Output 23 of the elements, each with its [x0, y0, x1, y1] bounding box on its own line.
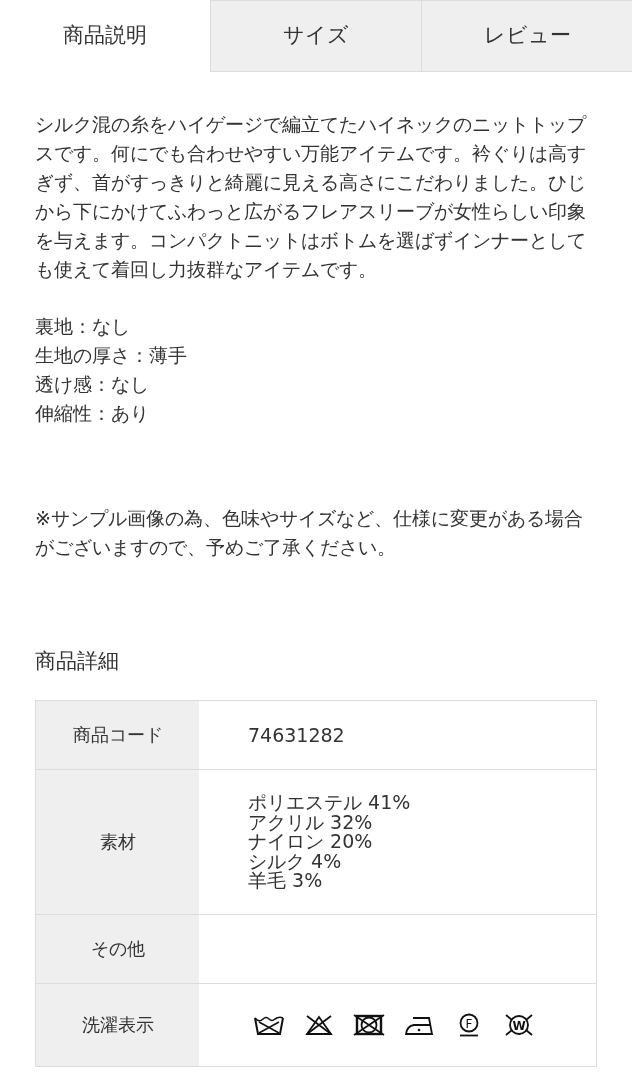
crossed-triangle-icon	[303, 1014, 335, 1036]
crossed-dryer-icon	[353, 1014, 385, 1036]
material-line: アクリル 32%	[248, 812, 374, 833]
material-line: ナイロン 20%	[248, 832, 374, 852]
row-label: 商品コード	[72, 725, 163, 745]
attribute-text: 伸縮性：あり	[35, 401, 150, 426]
tab[interactable]: サイズ	[210, 0, 421, 72]
tab[interactable]: レビュー	[421, 0, 632, 72]
material-line: ポリエステル 41%	[248, 793, 411, 813]
material-line: 羊毛 3%	[248, 871, 324, 891]
row-label: その他	[90, 939, 145, 959]
attribute-text: 生地の厚さ：薄手	[35, 343, 188, 368]
note-text: ※サンプル画像の為、色味やサイズなど、仕様に変更がある場合がございますので、予めご了承ください。	[35, 506, 584, 560]
material-line: シルク 4%	[248, 851, 343, 872]
details-heading: 商品詳細	[35, 648, 120, 675]
iron-icon	[403, 1014, 435, 1036]
row-label: 洗濯表示	[81, 1015, 154, 1035]
wash-tub-icon	[253, 1014, 285, 1036]
product-code: 74631282	[248, 725, 345, 745]
description-text: シルク混の糸をハイゲージで編立てたハイネックのニットトップスです。何にでも合わせやすい万能アイテムです。衿ぐりは高すぎず、首がすっきりと綺麗に見える高さにこだわりました。ひじから下にかけてふわっと広がるフレアスリーブが女性らしい印象を与えます。コンパクトニットはボトムを選ばずインナーとしても使えて着回し力抜群なアイテムです。	[35, 112, 588, 282]
row-label: 素材	[99, 832, 136, 852]
attribute-text: 裏地：なし	[35, 314, 131, 339]
attribute-text: 透け感：なし	[35, 372, 150, 397]
